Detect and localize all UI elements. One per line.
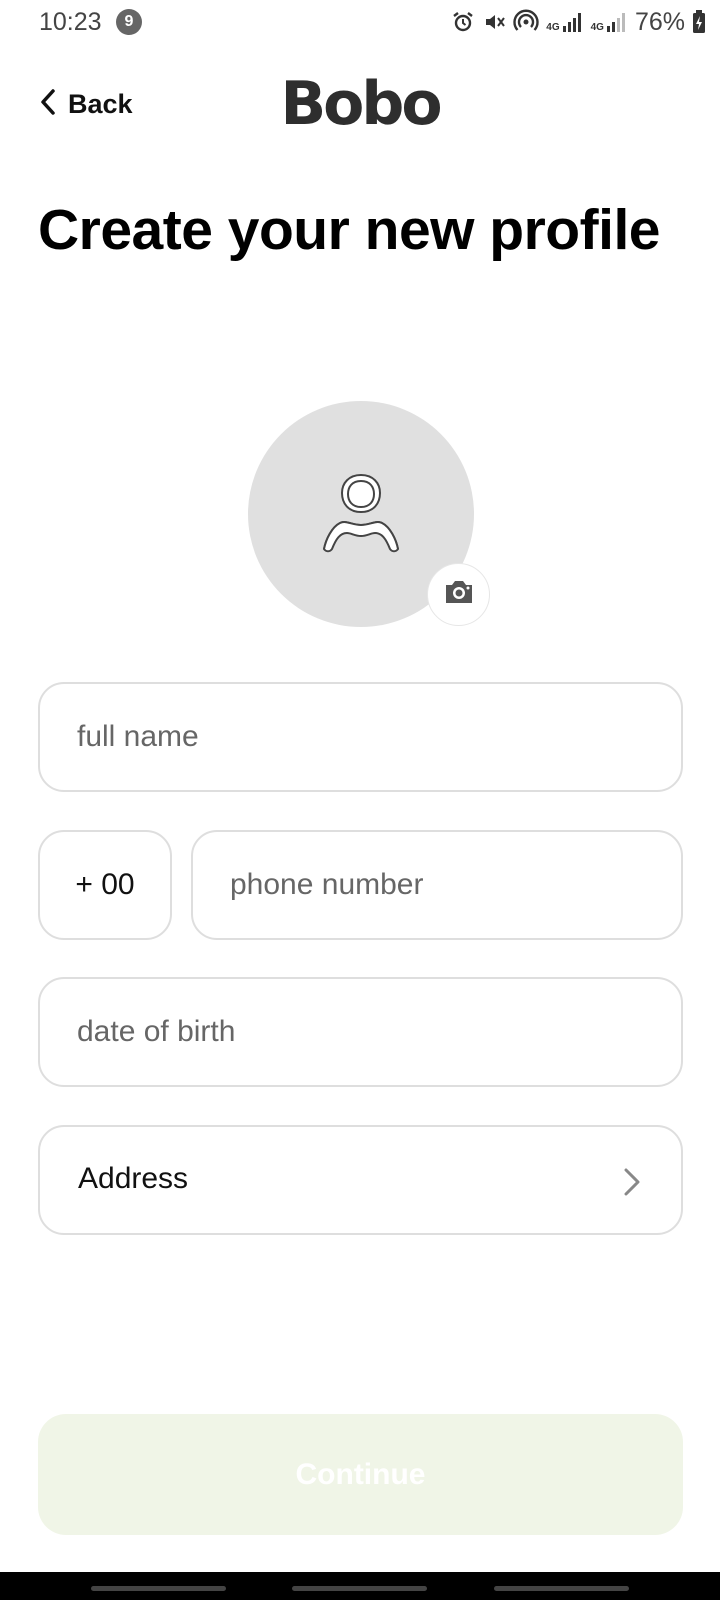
- phone-field-container: [191, 830, 683, 940]
- signal-icon: [562, 13, 581, 32]
- full-name-input[interactable]: [40, 684, 681, 790]
- hotspot-icon: [513, 9, 539, 35]
- country-code-selector[interactable]: + 00: [38, 830, 172, 940]
- network-type-label: 4G: [590, 22, 604, 33]
- status-bar: 10:23 9 4G 4G 76%: [0, 0, 720, 44]
- person-icon: [320, 471, 402, 558]
- nav-home-pill[interactable]: [292, 1586, 427, 1591]
- address-label: Address: [78, 1162, 189, 1195]
- continue-label: Continue: [295, 1457, 426, 1491]
- alarm-icon: [451, 10, 475, 34]
- nav-back-pill[interactable]: [494, 1586, 629, 1591]
- vibrate-mute-icon: [482, 10, 506, 34]
- status-time: 10:23: [39, 8, 102, 36]
- battery-charging-icon: [692, 10, 706, 34]
- signal-group-2: 4G: [591, 11, 628, 33]
- system-navigation-bar: [0, 1572, 720, 1600]
- chevron-right-icon: [623, 1167, 641, 1202]
- date-of-birth-field-container: [38, 977, 683, 1087]
- notification-count-badge: 9: [116, 9, 142, 35]
- phone-number-input[interactable]: [193, 832, 681, 938]
- address-row[interactable]: Address: [38, 1125, 683, 1235]
- battery-percent: 76%: [634, 7, 685, 36]
- full-name-field-container: [38, 682, 683, 792]
- nav-recents-pill[interactable]: [91, 1586, 226, 1591]
- network-type-label: 4G: [546, 22, 560, 33]
- status-icons: 4G 4G 76%: [451, 6, 706, 38]
- signal-icon: [606, 13, 625, 32]
- logo-text: Bobo: [280, 69, 442, 139]
- country-code-value: + 00: [75, 868, 135, 901]
- camera-icon: [443, 578, 475, 611]
- page-title: Create your new profile: [38, 198, 661, 262]
- change-photo-button[interactable]: [427, 563, 490, 626]
- continue-button[interactable]: Continue: [38, 1414, 683, 1535]
- signal-group-1: 4G: [546, 11, 583, 33]
- date-of-birth-input[interactable]: [40, 979, 681, 1085]
- app-logo: Bobo: [0, 70, 720, 138]
